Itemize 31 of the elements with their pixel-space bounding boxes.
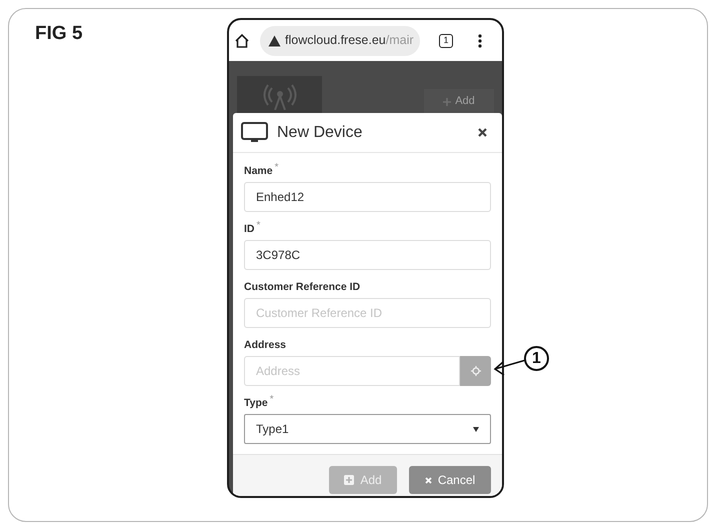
field-label: Address: [244, 338, 286, 352]
dropdown-caret-icon: [473, 426, 479, 432]
address-bar[interactable]: flowcloud.frese.eu/mair: [260, 26, 420, 56]
field-label: ID: [244, 222, 254, 236]
required-mark: *: [270, 396, 274, 404]
required-mark: *: [256, 222, 260, 230]
input-field[interactable]: Address: [244, 356, 460, 386]
url-text: flowcloud.frese.eu/mair: [285, 32, 414, 50]
input-field[interactable]: Enhed12: [244, 182, 491, 212]
field-label: Type: [244, 396, 268, 410]
antenna-icon: [262, 84, 298, 110]
dialog-title: New Device: [277, 122, 362, 142]
plus-square-icon: [344, 475, 354, 485]
required-mark: *: [274, 164, 279, 172]
callout-number: 1: [524, 346, 549, 371]
input-field[interactable]: Customer Reference ID: [244, 298, 491, 328]
type-select[interactable]: Type1: [244, 414, 491, 444]
warning-icon: [268, 34, 281, 46]
plus-icon: [443, 98, 452, 106]
crosshair-icon: [470, 366, 480, 376]
field-label: Customer Reference ID: [244, 280, 360, 294]
monitor-icon: [241, 122, 268, 144]
close-icon: [424, 476, 432, 484]
field-label: Name: [244, 164, 273, 178]
home-icon[interactable]: [234, 32, 250, 48]
tab-count-button[interactable]: 1: [439, 34, 453, 48]
menu-icon[interactable]: [478, 34, 482, 48]
input-field[interactable]: 3C978C: [244, 240, 491, 270]
close-icon[interactable]: [478, 128, 487, 137]
figure-label: FIG 5: [35, 22, 83, 46]
callout-arrow: [493, 359, 527, 377]
